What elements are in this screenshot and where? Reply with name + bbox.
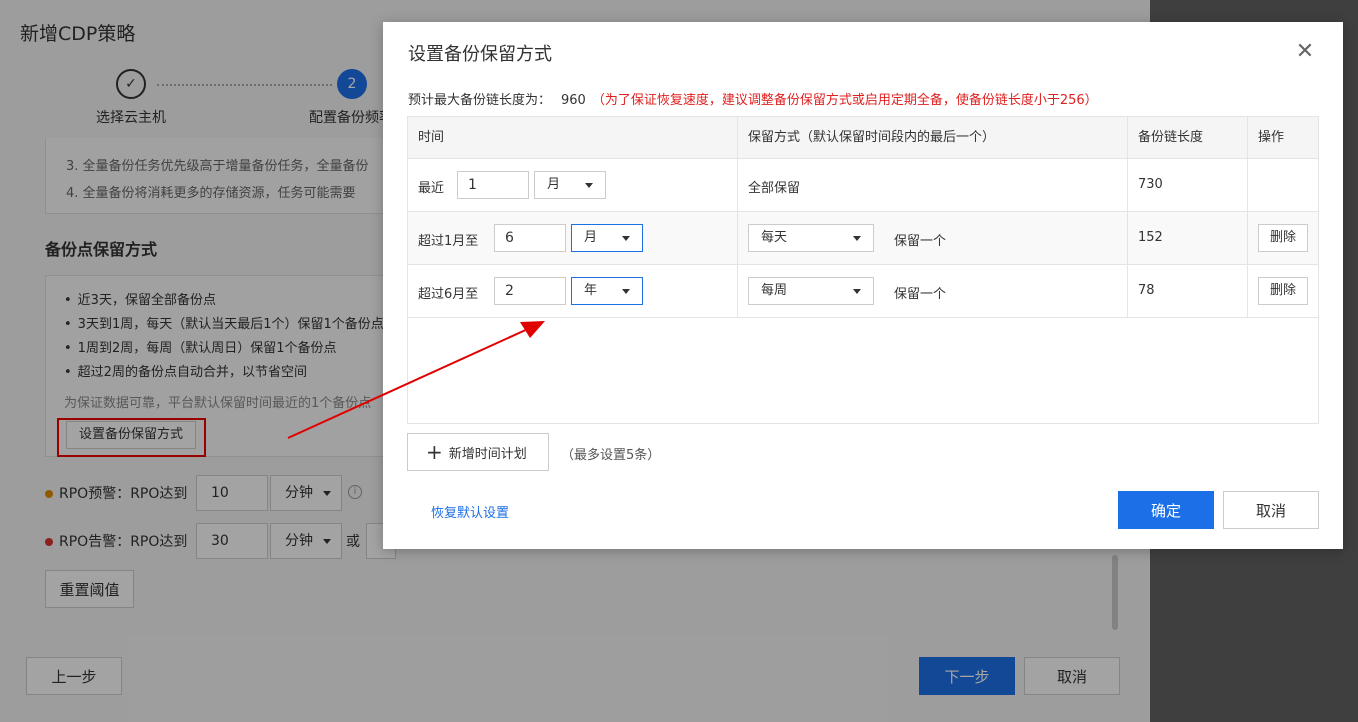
bg-cancel-button[interactable]: 取消 bbox=[1024, 657, 1120, 695]
caret-down-icon bbox=[585, 183, 593, 188]
duration-input[interactable]: 1 bbox=[457, 171, 529, 199]
chain-length: 78 bbox=[1138, 283, 1155, 298]
rpo-warn-label: RPO预警：RPO达到 bbox=[45, 483, 187, 503]
duration-input[interactable]: 6 bbox=[494, 224, 566, 252]
keep-text: 保留一个 bbox=[894, 287, 947, 302]
annotation-highlight-box bbox=[57, 418, 206, 457]
close-icon[interactable]: ✕ bbox=[1295, 41, 1315, 63]
table-row: 超过6月至 2 年 每周 保留一个 78 删除 bbox=[408, 265, 1318, 318]
alert-dot-icon bbox=[45, 538, 53, 546]
rule-item: 超过2周的备份点自动合并，以节省空间 bbox=[64, 361, 307, 380]
info-icon[interactable]: i bbox=[348, 485, 362, 499]
rules-hint: 为保证数据可靠，平台默认保留时间最近的1个备份点 bbox=[64, 396, 372, 411]
chain-length-row: 预计最大备份链长度为： 960 （为了保证恢复速度，建议调整备份保留方式或启用定期全… bbox=[408, 89, 1098, 108]
frequency-select[interactable]: 每天 bbox=[748, 224, 874, 252]
keep-text: 保留一个 bbox=[894, 234, 947, 249]
rule-item: 近3天，保留全部备份点 bbox=[64, 289, 216, 308]
rpo-alert-input[interactable]: 30 bbox=[196, 523, 268, 559]
step-connector bbox=[157, 84, 332, 86]
retention-text: 全部保留 bbox=[748, 181, 801, 196]
delete-button[interactable]: 删除 bbox=[1258, 277, 1308, 305]
col-header-time: 时间 bbox=[408, 117, 738, 159]
section-title: 备份点保留方式 bbox=[45, 240, 158, 259]
step-label-1: 选择云主机 bbox=[96, 110, 166, 126]
duration-unit-select[interactable]: 月 bbox=[571, 224, 643, 252]
page-title: 新增CDP策略 bbox=[20, 23, 136, 45]
chain-length: 730 bbox=[1138, 177, 1163, 192]
row-prefix: 超过6月至 bbox=[418, 287, 479, 302]
chain-label: 预计最大备份链长度为： bbox=[408, 93, 552, 108]
col-header-retention: 保留方式（默认保留时间段内的最后一个） bbox=[738, 117, 1128, 159]
col-header-action: 操作 bbox=[1258, 130, 1285, 145]
confirm-button[interactable]: 确定 bbox=[1118, 491, 1214, 529]
plus-icon: + bbox=[426, 440, 443, 464]
table-row: 超过1月至 6 月 每天 保留一个 152 删除 bbox=[408, 212, 1318, 265]
note-line: 3. 全量备份任务优先级高于增量备份任务，全量备份 bbox=[66, 159, 369, 174]
duration-unit-select[interactable]: 月 bbox=[534, 171, 606, 199]
prev-step-button[interactable]: 上一步 bbox=[26, 657, 122, 695]
restore-default-link[interactable]: 恢复默认设置 bbox=[431, 502, 509, 521]
retention-table: 时间 保留方式（默认保留时间段内的最后一个） 备份链长度 操作 最近 1 月 全… bbox=[407, 116, 1319, 424]
duration-input[interactable]: 2 bbox=[494, 277, 566, 305]
step-label-2: 配置备份频率 bbox=[309, 110, 393, 126]
row-prefix: 最近 bbox=[418, 181, 445, 196]
chain-length: 152 bbox=[1138, 230, 1163, 245]
modal-title: 设置备份保留方式 bbox=[408, 44, 552, 65]
duration-unit-select[interactable]: 年 bbox=[571, 277, 643, 305]
table-header: 时间 保留方式（默认保留时间段内的最后一个） 备份链长度 操作 bbox=[408, 117, 1318, 159]
rpo-alert-unit-select[interactable]: 分钟 bbox=[270, 523, 342, 559]
max-items-hint: （最多设置5条） bbox=[561, 448, 661, 463]
caret-down-icon bbox=[622, 289, 630, 294]
caret-down-icon bbox=[853, 289, 861, 294]
next-step-button[interactable]: 下一步 bbox=[919, 657, 1015, 695]
reset-threshold-button[interactable]: 重置阈值 bbox=[45, 570, 134, 608]
delete-button[interactable]: 删除 bbox=[1258, 224, 1308, 252]
scrollbar[interactable] bbox=[1112, 555, 1118, 630]
note-line: 4. 全量备份将消耗更多的存储资源，任务可能需要 bbox=[66, 186, 356, 201]
notes-box: 3. 全量备份任务优先级高于增量备份任务，全量备份 4. 全量备份将消耗更多的存… bbox=[45, 138, 405, 214]
rule-item: 1周到2周，每周（默认周日）保留1个备份点 bbox=[64, 337, 337, 356]
step-2: 2 bbox=[337, 69, 367, 99]
rule-item: 3天到1周，每天（默认当天最后1个）保留1个备份点 bbox=[64, 313, 384, 332]
step-number: 2 bbox=[337, 69, 367, 99]
row-prefix: 超过1月至 bbox=[418, 234, 479, 249]
chain-warning: （为了保证恢复速度，建议调整备份保留方式或启用定期全备，使备份链长度小于256） bbox=[591, 93, 1098, 108]
rpo-alert-label: RPO告警：RPO达到 bbox=[45, 531, 187, 551]
chain-value: 960 bbox=[561, 93, 586, 108]
add-schedule-button[interactable]: + 新增时间计划 bbox=[407, 433, 549, 471]
rpo-warn-unit-select[interactable]: 分钟 bbox=[270, 475, 342, 511]
caret-down-icon bbox=[622, 236, 630, 241]
caret-down-icon bbox=[853, 236, 861, 241]
step-1: ✓ bbox=[116, 69, 146, 99]
or-label: 或 bbox=[346, 534, 360, 550]
frequency-select[interactable]: 每周 bbox=[748, 277, 874, 305]
retention-modal: 设置备份保留方式 ✕ 预计最大备份链长度为： 960 （为了保证恢复速度，建议调整备… bbox=[383, 22, 1343, 549]
check-icon: ✓ bbox=[116, 69, 146, 99]
table-row: 最近 1 月 全部保留 730 bbox=[408, 159, 1318, 212]
rpo-warn-input[interactable]: 10 bbox=[196, 475, 268, 511]
warn-dot-icon bbox=[45, 490, 53, 498]
cancel-button[interactable]: 取消 bbox=[1223, 491, 1319, 529]
col-header-chain: 备份链长度 bbox=[1128, 117, 1248, 159]
